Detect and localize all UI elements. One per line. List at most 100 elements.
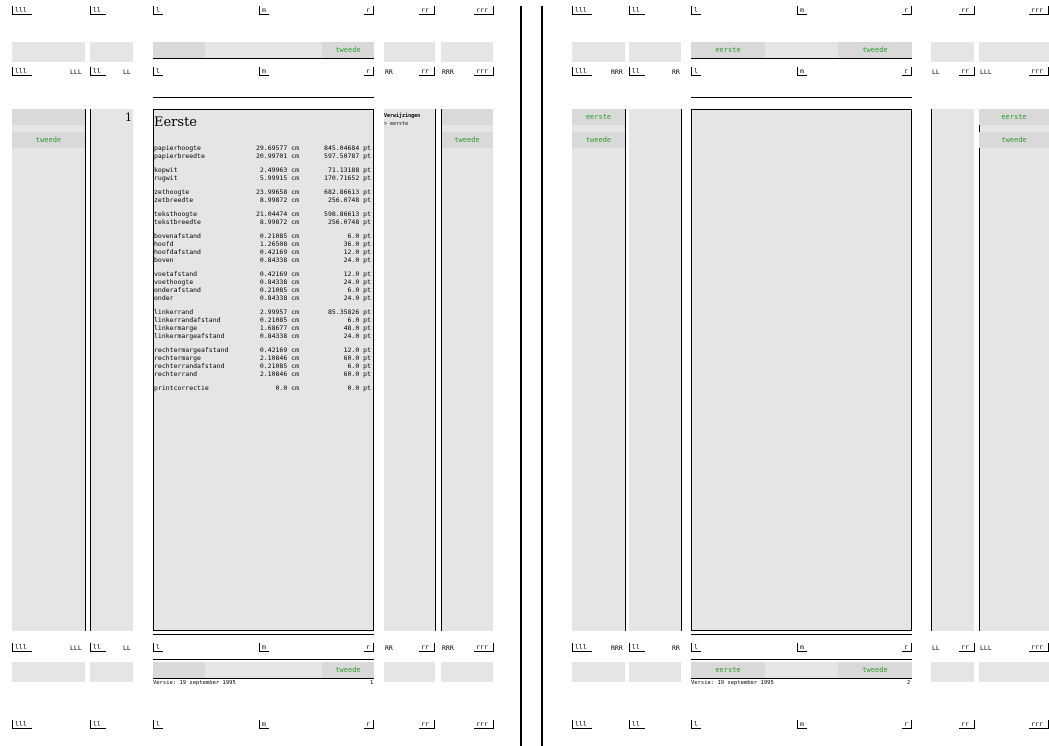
dimensions-table: papierhoogte 29.69577 cm 845.04684 pt papie… <box>154 144 371 398</box>
footer-page-number: 1 <box>370 680 374 686</box>
p2-marker-ll-4: ll <box>629 720 645 729</box>
marker-rrr-2: rrr <box>474 67 494 76</box>
marker-m-3: m <box>259 643 269 652</box>
p2-left-nav-item-eerste[interactable]: eerste <box>572 109 625 125</box>
p2-marker-rrr: rrr <box>1029 6 1049 15</box>
marker-r: r <box>364 6 374 15</box>
dimension-name: rechterrandafstand <box>154 362 225 370</box>
p2-marker-RRR-3: RRR <box>611 644 623 652</box>
dimension-name: linkerrand <box>154 308 194 316</box>
p2-header-rule <box>691 58 912 59</box>
dimension-pt: 6.0 pt <box>347 232 371 240</box>
footer-band-rrr <box>441 662 493 682</box>
p2-footer-band-rr <box>931 662 974 682</box>
left-nav-label: tweede <box>35 136 62 144</box>
version-text: Versie: 19 september 1995 <box>153 680 236 686</box>
marker-l-3: l <box>153 643 163 652</box>
p2-header-tab-tweede[interactable]: tweede <box>838 42 912 58</box>
dimension-cm: 0.84338 cm <box>259 294 299 302</box>
dimension-row: tekstbreedte 8.99872 cm 256.0748 pt <box>154 218 371 226</box>
p2-header-band-lll <box>572 42 625 62</box>
dimension-pt: 597.50787 pt <box>324 152 371 160</box>
p2-right-nav-item-tweede[interactable]: tweede <box>979 132 1049 148</box>
marker-rrr-4: rrr <box>474 720 494 729</box>
p2-marker-ll-2: ll <box>629 67 645 76</box>
p2-marker-RR-3: RR <box>672 644 680 652</box>
dimension-cm: 0.84338 cm <box>259 256 299 264</box>
left-margin-rule <box>85 109 86 631</box>
footer-tab[interactable]: tweede <box>322 662 374 678</box>
footer-tab-blank <box>153 662 205 678</box>
p2-marker-l: l <box>691 6 701 15</box>
dimension-cm: 0.21085 cm <box>259 232 299 240</box>
dimension-cm: 23.99658 cm <box>255 188 299 196</box>
dimension-row: papierbreedte 20.99701 cm 597.50787 pt <box>154 152 371 160</box>
p2-marker-m-2: m <box>797 67 807 76</box>
reference-link[interactable]: > eerste <box>384 120 408 128</box>
p2-left-margin-rule <box>625 109 626 631</box>
marker-l-4: l <box>153 720 163 729</box>
right-nav-label: tweede <box>454 136 480 144</box>
dimension-cm: 2.10846 cm <box>259 354 299 362</box>
dimension-name: rugwit <box>154 174 178 182</box>
p2-marker-lll-4: lll <box>572 720 592 729</box>
p2-marker-r-3: r <box>902 643 912 652</box>
p2-marker-RRR-left: RRR <box>611 68 623 76</box>
dimension-name: teksthoogte <box>154 210 198 218</box>
dimension-row: zethoogte 23.99658 cm 682.86613 pt <box>154 188 371 196</box>
dimension-row: voethoogte 0.84338 cm 24.0 pt <box>154 278 371 286</box>
p2-marker-rr: rr <box>959 6 975 15</box>
foot-rule <box>153 634 374 635</box>
p2-left-nav-item-tweede[interactable]: tweede <box>572 132 625 148</box>
p2-marker-LLL-3: LLL <box>980 644 992 652</box>
dimension-cm: 0.42169 cm <box>259 270 299 278</box>
dimension-name: boven <box>154 256 174 264</box>
p2-footer-tab-eerste[interactable]: eerste <box>691 662 765 678</box>
dimension-cm: 2.49963 cm <box>259 166 299 174</box>
p2-left-edge-column <box>629 109 681 631</box>
dimension-cm: 0.21085 cm <box>259 316 299 324</box>
marker-RRR-3: RRR <box>442 644 454 652</box>
header-tab[interactable]: tweede <box>322 42 374 58</box>
dimension-pt: 6.0 pt <box>347 286 371 294</box>
p2-left-margin-column <box>572 109 625 631</box>
p2-marker-rr-3: rr <box>959 643 975 652</box>
p2-marker-l-2: l <box>691 67 701 76</box>
p2-footer-tab-tweede-label: tweede <box>862 666 888 674</box>
dimension-pt: 60.0 pt <box>343 354 371 362</box>
p2-marker-r-2: r <box>902 67 912 76</box>
marker-rrr-3: rrr <box>474 643 494 652</box>
dimension-cm: 29.69577 cm <box>255 144 299 152</box>
right-margin-rule <box>435 109 436 631</box>
p2-marker-m-4: m <box>797 720 807 729</box>
dimension-pt: 36.0 pt <box>343 240 371 248</box>
right-nav-item-tweede[interactable]: tweede <box>441 132 493 148</box>
p2-right-nav-item-eerste[interactable]: eerste <box>979 109 1049 125</box>
left-edge-rule <box>90 109 91 631</box>
dimension-row: linkermargeafstand 0.84338 cm 24.0 pt <box>154 332 371 340</box>
dimension-cm: 0.21085 cm <box>259 362 299 370</box>
dimension-row: rechterrand 2.10846 cm 60.0 pt <box>154 370 371 378</box>
dimension-cm: 0.0 cm <box>275 384 299 392</box>
dimension-row: printcorrectie 0.0 cm 0.0 pt <box>154 384 371 392</box>
p2-header-tab-eerste[interactable]: eerste <box>691 42 765 58</box>
p2-marker-r: r <box>902 6 912 15</box>
dimension-row: rechterrandafstand 0.21085 cm 6.0 pt <box>154 362 371 370</box>
p2-marker-r-4: r <box>902 720 912 729</box>
dimension-cm: 2.10846 cm <box>259 370 299 378</box>
dimension-group: bovenafstand 0.21085 cm 6.0 pt hoofd 1.26508… <box>154 232 371 264</box>
p2-marker-LLL-right: LLL <box>980 68 992 76</box>
marker-RRR: RRR <box>442 68 454 76</box>
marker-m-4: m <box>259 720 269 729</box>
page-2-left-border <box>541 6 543 746</box>
header-tab-blank <box>153 42 205 58</box>
marker-l-2: l <box>153 67 163 76</box>
p2-footer-tab-tweede[interactable]: tweede <box>838 662 912 678</box>
dimension-name: hoofdafstand <box>154 248 201 256</box>
dimension-pt: 85.35826 pt <box>327 308 371 316</box>
dimension-name: voethoogte <box>154 278 194 286</box>
p2-head-rule <box>691 97 912 98</box>
p2-marker-l-4: l <box>691 720 701 729</box>
left-nav-item-tweede[interactable]: tweede <box>12 132 85 148</box>
text-body: Eerste papierhoogte 29.69577 cm 845.04684 … <box>153 109 374 631</box>
